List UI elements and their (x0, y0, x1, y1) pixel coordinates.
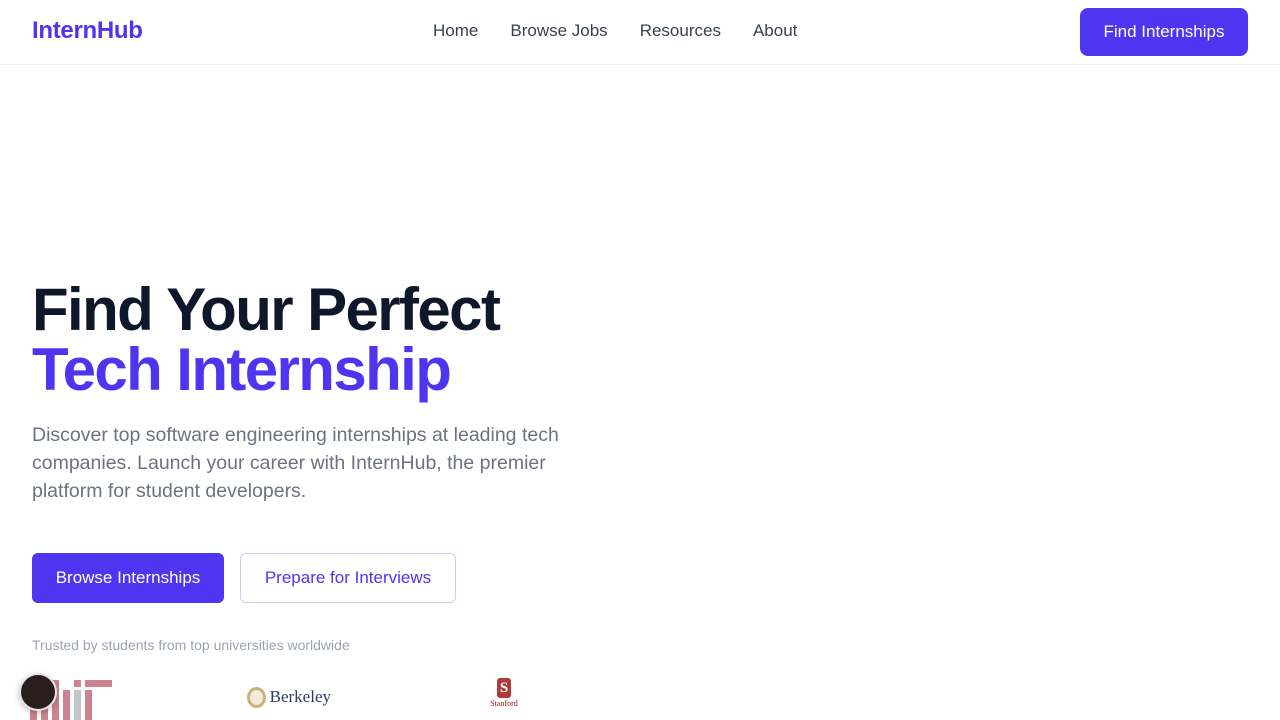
brand-logo[interactable]: InternHub (32, 17, 143, 45)
prepare-interviews-button[interactable]: Prepare for Interviews (240, 553, 456, 603)
nav-browse-jobs[interactable]: Browse Jobs (510, 21, 607, 41)
berkeley-seal-icon (247, 686, 266, 708)
berkeley-wordmark: Berkeley (269, 687, 331, 706)
stanford-emblem-icon: S (497, 678, 511, 698)
hero-title: Find Your Perfect Tech Internship (32, 276, 501, 403)
browse-internships-button[interactable]: Browse Internships (32, 553, 224, 603)
stanford-wordmark: Stanford (490, 699, 518, 708)
hero-description: Discover top software engineering intern… (32, 424, 559, 502)
hero-title-line2: Tech Internship (32, 336, 452, 403)
navbar: InternHub Home Browse Jobs Resources Abo… (0, 0, 1280, 65)
nav-home[interactable]: Home (433, 21, 478, 41)
hero-title-line1: Find Your Perfect (32, 276, 501, 343)
find-internships-button[interactable]: Find Internships (1080, 8, 1248, 56)
stanford-logo: S Stanford (487, 678, 521, 718)
chat-bubble-icon[interactable] (19, 673, 57, 711)
nav-resources[interactable]: Resources (640, 21, 721, 41)
trusted-by-text: Trusted by students from top universitie… (32, 637, 350, 653)
nav-about[interactable]: About (753, 21, 797, 41)
main-nav: Home Browse Jobs Resources About (433, 21, 797, 41)
berkeley-logo: Berkeley (247, 683, 331, 711)
